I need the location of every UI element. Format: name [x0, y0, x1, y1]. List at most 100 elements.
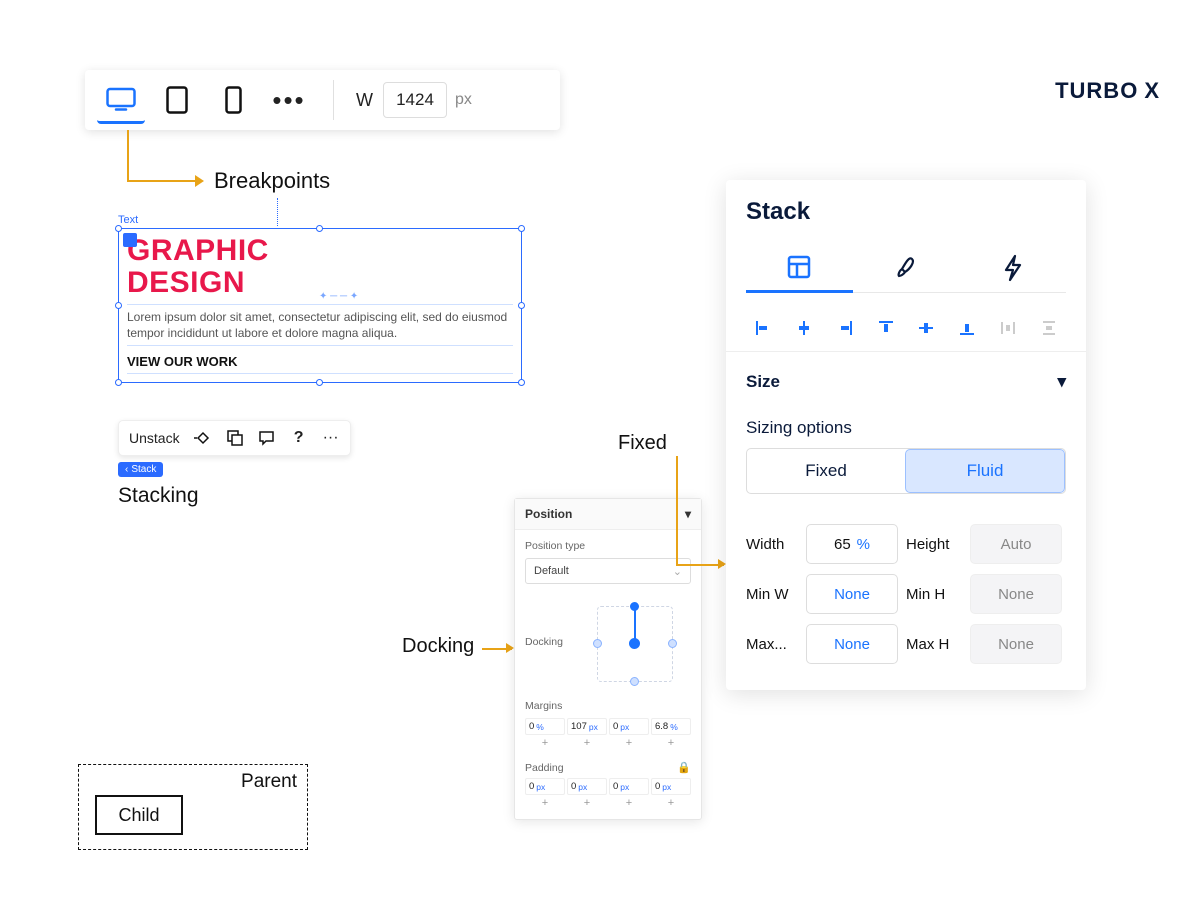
- canvas-selection[interactable]: Text GRAPHIC DESIGN ✦ ─ ─ ✦ Lorem ipsum …: [118, 214, 522, 383]
- child-label: Child: [118, 805, 159, 826]
- dock-point-center[interactable]: [629, 638, 640, 649]
- diamond-pencil-icon: [194, 429, 212, 447]
- more-button[interactable]: ···: [322, 429, 340, 447]
- resize-handle[interactable]: [316, 379, 323, 386]
- size-section-header[interactable]: Size ▾: [746, 366, 1066, 406]
- chevron-left-icon: ‹: [125, 464, 128, 475]
- maxh-input[interactable]: None: [970, 624, 1062, 664]
- height-label: Height: [906, 536, 962, 553]
- stacking-callout: Stacking: [118, 484, 199, 508]
- edit-shape-button[interactable]: [194, 429, 212, 447]
- breakpoints-callout: Breakpoints: [214, 168, 330, 194]
- lock-icon[interactable]: 🔒: [677, 761, 691, 774]
- selection-box[interactable]: GRAPHIC DESIGN ✦ ─ ─ ✦ Lorem ipsum dolor…: [118, 228, 522, 383]
- resize-handle[interactable]: [518, 379, 525, 386]
- align-right-icon: [836, 319, 854, 337]
- tab-interactions[interactable]: [959, 244, 1066, 292]
- dock-point-bottom[interactable]: [630, 677, 639, 686]
- height-input[interactable]: Auto: [970, 524, 1062, 564]
- minw-input[interactable]: None: [806, 574, 898, 614]
- breakpoint-mobile[interactable]: [209, 76, 257, 124]
- sizing-fixed-button[interactable]: Fixed: [747, 449, 905, 493]
- add-margin[interactable]: +: [651, 737, 691, 749]
- margin-top-input[interactable]: 0%: [525, 718, 565, 735]
- distribute-h-button[interactable]: [991, 315, 1026, 341]
- align-top-icon: [877, 319, 895, 337]
- align-middle-button[interactable]: [909, 315, 944, 341]
- padding-bottom-input[interactable]: 0px: [609, 778, 649, 795]
- callout-line: [127, 130, 129, 180]
- padding-label: Padding: [525, 762, 564, 774]
- resize-handle[interactable]: [115, 225, 122, 232]
- stack-panel-title: Stack: [746, 198, 1066, 226]
- width-input[interactable]: 65%: [806, 524, 898, 564]
- maxw-input[interactable]: None: [806, 624, 898, 664]
- minh-label: Min H: [906, 586, 962, 603]
- distribute-v-button[interactable]: [1031, 315, 1066, 341]
- callout-arrow: [506, 643, 514, 653]
- callout-line: [676, 456, 678, 564]
- maxw-label: Max...: [746, 636, 798, 653]
- unstack-button[interactable]: Unstack: [129, 430, 180, 446]
- position-type-value: Default: [534, 565, 569, 577]
- align-top-button[interactable]: [868, 315, 903, 341]
- selection-badge: [123, 233, 137, 247]
- toolbar-divider: [333, 80, 334, 120]
- add-margin[interactable]: +: [567, 737, 607, 749]
- margin-right-input[interactable]: 107px: [567, 718, 607, 735]
- dimension-grid: Width 65% Height Auto Min W None Min H N…: [746, 524, 1066, 664]
- mobile-icon: [225, 86, 242, 114]
- resize-handle[interactable]: [115, 379, 122, 386]
- docking-callout: Docking: [402, 635, 474, 658]
- layout-icon: [786, 254, 812, 280]
- add-padding[interactable]: +: [609, 797, 649, 809]
- padding-right-input[interactable]: 0px: [567, 778, 607, 795]
- stack-breadcrumb-chip[interactable]: ‹ Stack: [118, 462, 163, 477]
- add-margin[interactable]: +: [525, 737, 565, 749]
- breakpoint-tablet[interactable]: [153, 76, 201, 124]
- add-padding[interactable]: +: [651, 797, 691, 809]
- add-padding[interactable]: +: [525, 797, 565, 809]
- layers-button[interactable]: [226, 429, 244, 447]
- context-toolbar: Unstack ? ···: [118, 420, 351, 456]
- width-input[interactable]: [383, 82, 447, 118]
- align-bottom-icon: [958, 319, 976, 337]
- docking-grid[interactable]: [597, 606, 673, 682]
- resize-handle[interactable]: [115, 302, 122, 309]
- align-left-button[interactable]: [746, 315, 781, 341]
- breakpoint-more[interactable]: •••: [265, 76, 313, 124]
- align-center-h-icon: [795, 319, 813, 337]
- position-type-select[interactable]: Default ⌄: [525, 558, 691, 584]
- align-bottom-button[interactable]: [950, 315, 985, 341]
- align-center-h-button[interactable]: [787, 315, 822, 341]
- tab-layout[interactable]: [746, 244, 853, 293]
- minw-label: Min W: [746, 586, 798, 603]
- margin-left-input[interactable]: 6.8%: [651, 718, 691, 735]
- position-panel-header[interactable]: Position ▾: [515, 499, 701, 530]
- add-padding[interactable]: +: [567, 797, 607, 809]
- callout-arrow: [195, 175, 204, 187]
- brand-name: TURBO: [1055, 78, 1138, 103]
- add-margin[interactable]: +: [609, 737, 649, 749]
- align-right-button[interactable]: [828, 315, 863, 341]
- callout-arrow: [718, 559, 726, 569]
- dock-point-right[interactable]: [668, 639, 677, 648]
- minh-input[interactable]: None: [970, 574, 1062, 614]
- help-button[interactable]: ?: [290, 429, 308, 447]
- margin-bottom-input[interactable]: 0px: [609, 718, 649, 735]
- comment-button[interactable]: [258, 429, 276, 447]
- margins-row: 0% 107px 0px 6.8%: [525, 718, 691, 735]
- padding-top-input[interactable]: 0px: [525, 778, 565, 795]
- dock-point-left[interactable]: [593, 639, 602, 648]
- dock-point-top[interactable]: [630, 602, 639, 611]
- sizing-fluid-button[interactable]: Fluid: [905, 449, 1065, 493]
- tab-style[interactable]: [853, 244, 960, 292]
- resize-handle[interactable]: [518, 302, 525, 309]
- width-label: Width: [746, 536, 798, 553]
- padding-left-input[interactable]: 0px: [651, 778, 691, 795]
- chevron-down-icon: ▾: [1057, 372, 1066, 392]
- resize-handle[interactable]: [316, 225, 323, 232]
- breakpoint-desktop[interactable]: [97, 76, 145, 124]
- resize-handle[interactable]: [518, 225, 525, 232]
- comment-icon: [258, 429, 276, 447]
